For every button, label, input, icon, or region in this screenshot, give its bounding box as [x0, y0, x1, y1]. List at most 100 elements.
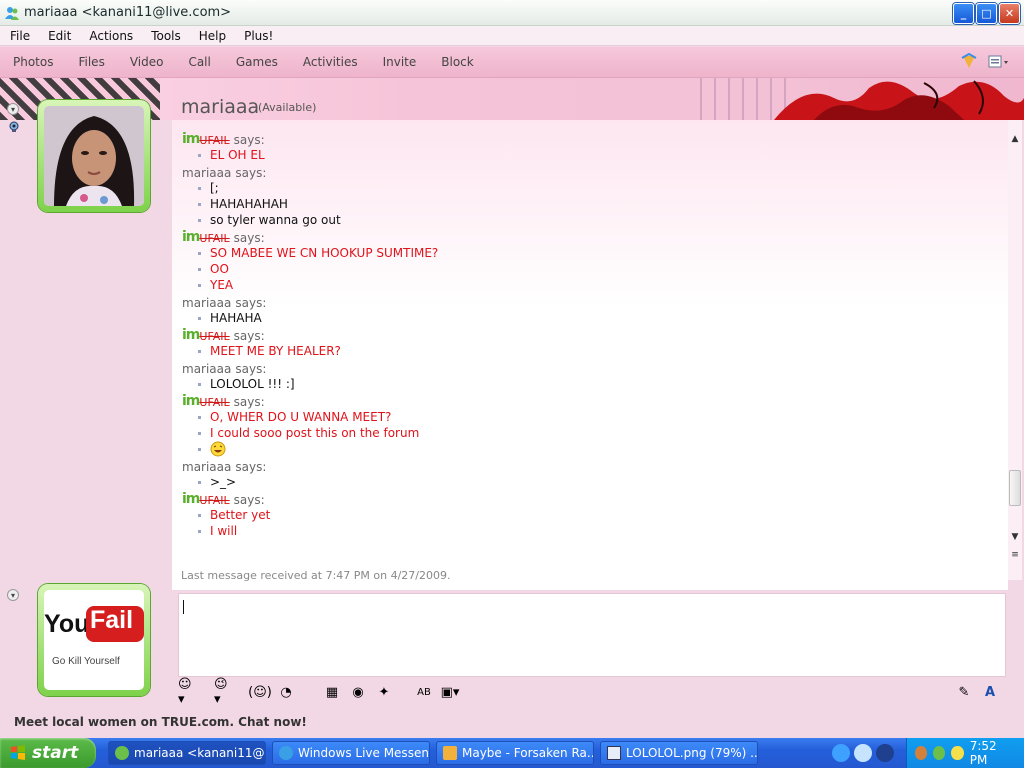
minimize-button[interactable]: _ [953, 3, 974, 24]
collapse-my-pane-icon[interactable]: ▾ [7, 589, 19, 601]
font-icon[interactable]: AB [414, 683, 434, 701]
games-button[interactable]: Games [223, 55, 290, 69]
sender-name: UFAIL [199, 330, 230, 343]
says-label: says: [233, 329, 265, 343]
window-title: mariaaa <kanani11@live.com> [24, 5, 232, 20]
contact-photo [44, 106, 144, 206]
emoticon-icon[interactable]: ☺▾ [178, 677, 198, 707]
message-sender: im UFAIL says: [182, 326, 992, 343]
sender-name: mariaaa [182, 460, 232, 474]
message-line: HAHAHA [182, 310, 992, 326]
image-task-icon [607, 746, 621, 760]
menu-file[interactable]: File [0, 29, 38, 43]
media-player-icon[interactable] [876, 744, 894, 762]
message-block: mariaaa says: LOLOLOL !!! :] [172, 359, 992, 392]
background-icon[interactable]: ▦ [322, 683, 342, 701]
message-text: SO MABEE WE CN HOOKUP SUMTIME? [210, 246, 439, 260]
says-label: says: [233, 395, 265, 409]
contact-name: mariaaa [181, 96, 260, 118]
sender-name: UFAIL [199, 232, 230, 245]
sound-icon[interactable]: ◉ [348, 683, 368, 701]
says-label: says: [233, 493, 265, 507]
message-text: LOLOLOL !!! :] [210, 377, 295, 391]
text-mode-icon[interactable]: A [980, 683, 1000, 701]
menu-help[interactable]: Help [189, 29, 234, 43]
sender-name: UFAIL [199, 494, 230, 507]
im-logo-icon: im [182, 491, 200, 507]
message-text: I could sooo post this on the forum [210, 426, 420, 440]
message-line: Better yet [182, 507, 992, 523]
message-line: YEA [182, 277, 992, 293]
contact-avatar[interactable] [38, 100, 150, 212]
message-text: O, WHER DO U WANNA MEET? [210, 410, 392, 424]
show-menu-icon[interactable] [988, 54, 1010, 70]
task-image[interactable]: LOLOLOL.png (79%) ... [600, 741, 758, 765]
files-button[interactable]: Files [65, 55, 116, 69]
message-text: YEA [210, 278, 234, 292]
message-text: EL OH EL [210, 148, 265, 162]
menu-tools[interactable]: Tools [141, 29, 189, 43]
im-logo-icon: im [182, 229, 200, 245]
message-block: mariaaa says: [; HAHAHAHAH so tyler wanna go… [172, 163, 992, 228]
ie-icon[interactable] [832, 744, 850, 762]
wink-icon[interactable]: 😉▾ [214, 677, 234, 707]
maximize-button[interactable]: □ [976, 3, 997, 24]
says-label: says: [235, 166, 267, 180]
windows-logo-icon [11, 745, 25, 760]
message-block: mariaaa says: >_> [172, 457, 992, 490]
invite-button[interactable]: Invite [370, 55, 429, 69]
outlook-icon[interactable] [854, 744, 872, 762]
message-line: LOLOLOL !!! :] [182, 376, 992, 392]
task-messenger[interactable]: Windows Live Messen... [272, 741, 430, 765]
conversation-scrollbar[interactable]: ▲ ▼ ≡ [1008, 120, 1022, 580]
nudge-icon[interactable]: (☺) [248, 683, 272, 701]
call-button[interactable]: Call [175, 55, 222, 69]
message-line: I will [182, 523, 992, 539]
scroll-down-icon[interactable]: ▼ [1008, 532, 1022, 546]
taskbar: start mariaaa <kanani11@l... Windows Liv… [0, 738, 1024, 768]
resize-handle-icon[interactable]: ≡ [1008, 550, 1022, 564]
block-button[interactable]: Block [428, 55, 485, 69]
advertisement-link[interactable]: Meet local women on TRUE.com. Chat now! [14, 715, 307, 729]
menu-edit[interactable]: Edit [38, 29, 79, 43]
scroll-up-icon[interactable]: ▲ [1008, 134, 1022, 148]
send-file-icon[interactable]: ▣▾ [440, 683, 460, 701]
message-text: >_> [210, 475, 237, 489]
task-label: LOLOLOL.png (79%) ... [626, 746, 758, 760]
activities-button[interactable]: Activities [290, 55, 370, 69]
sender-name: mariaaa [182, 362, 232, 376]
handwriting-icon[interactable]: ✎ [954, 683, 974, 701]
game-icon[interactable]: ✦ [374, 683, 394, 701]
menu-bar: File Edit Actions Tools Help Plus! [0, 26, 1024, 46]
task-label: Maybe - Forsaken Ra... [462, 746, 594, 760]
menu-plus[interactable]: Plus! [234, 29, 281, 43]
message-text: Better yet [210, 508, 271, 522]
messenger-tray-icon[interactable] [933, 746, 946, 760]
webcam-icon[interactable] [8, 121, 20, 133]
wink-paint-icon[interactable] [960, 53, 978, 71]
conversation-history[interactable]: im UFAIL says: EL OH EL mariaaa says: [; HAHAHA… [172, 120, 1008, 590]
my-avatar[interactable]: You Fail Go Kill Yourself [38, 584, 150, 696]
message-sender: mariaaa says: [182, 457, 992, 474]
scrollbar-thumb[interactable] [1009, 470, 1021, 506]
voice-clip-icon[interactable]: ◔ [276, 683, 296, 701]
sender-name: UFAIL [199, 134, 230, 147]
message-sender: im UFAIL says: [182, 392, 992, 409]
message-block: mariaaa says: HAHAHA [172, 293, 992, 326]
message-input[interactable] [178, 593, 1006, 677]
tray-collapse-icon[interactable] [915, 746, 928, 760]
photos-button[interactable]: Photos [0, 55, 65, 69]
task-media[interactable]: Maybe - Forsaken Ra... [436, 741, 594, 765]
collapse-contact-pane-icon[interactable]: ▾ [7, 103, 19, 115]
start-button[interactable]: start [0, 738, 96, 768]
menu-actions[interactable]: Actions [79, 29, 141, 43]
message-block: im UFAIL says: EL OH EL [172, 130, 992, 163]
close-button[interactable]: ✕ [999, 3, 1020, 24]
task-conversation[interactable]: mariaaa <kanani11@l... [108, 741, 266, 765]
im-logo-icon: im [182, 131, 200, 147]
message-line: >_> [182, 474, 992, 490]
network-tray-icon[interactable] [951, 746, 964, 760]
task-label: Windows Live Messen... [298, 746, 430, 760]
message-line: HAHAHAHAH [182, 196, 992, 212]
video-button[interactable]: Video [117, 55, 176, 69]
